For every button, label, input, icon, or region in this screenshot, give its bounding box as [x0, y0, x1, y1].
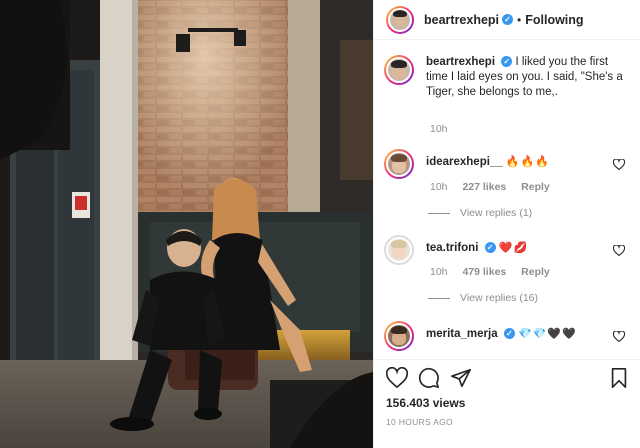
comment-text: merita_merja ✓ 💎💎🖤🖤: [426, 321, 626, 351]
reply-button[interactable]: Reply: [521, 266, 550, 278]
verified-badge-icon: ✓: [503, 328, 515, 340]
comment-likes[interactable]: 479 likes: [462, 266, 506, 278]
photo-scene: [0, 0, 373, 448]
author-avatar[interactable]: [386, 5, 414, 34]
commenter-username[interactable]: idearexhepi__: [426, 156, 503, 168]
view-replies-button[interactable]: View replies (1): [428, 207, 532, 219]
verified-badge-icon: ✓: [484, 242, 496, 254]
commenter-username[interactable]: tea.trifoni: [426, 242, 478, 254]
following-button[interactable]: Following: [525, 13, 583, 27]
comment-row: merita_merja ✓ 💎💎🖤🖤: [384, 321, 626, 351]
bookmark-icon[interactable]: [608, 367, 630, 389]
caption-row: beartrexhepi ✓ I liked you the first tim…: [384, 55, 626, 100]
comment-meta: 10h 227 likes Reply: [430, 181, 562, 193]
verified-badge-icon: ✓: [502, 14, 514, 25]
heart-outline-icon: [612, 330, 626, 343]
view-replies-label: View replies (1): [460, 207, 533, 219]
comment-likes[interactable]: 227 likes: [462, 181, 506, 193]
caption-meta: 10h: [430, 123, 460, 135]
commenter-avatar[interactable]: [384, 149, 414, 179]
view-replies-button[interactable]: View replies (16): [428, 292, 538, 304]
comment-meta: 10h 479 likes Reply: [430, 266, 562, 278]
comment-body: 💎💎🖤🖤: [518, 328, 577, 340]
post-side-panel: beartrexhepi ✓ • Following beartrexhepi …: [373, 0, 640, 448]
comment-like-button[interactable]: [612, 244, 626, 259]
heart-outline-icon[interactable]: [386, 367, 408, 389]
post-timestamp: 10 HOURS AGO: [386, 417, 453, 427]
verified-badge-icon: ✓: [501, 56, 513, 68]
heart-outline-icon: [612, 244, 626, 257]
comment-time: 10h: [430, 266, 448, 278]
comments-list[interactable]: beartrexhepi ✓ I liked you the first tim…: [374, 41, 640, 359]
comment-like-button[interactable]: [612, 330, 626, 345]
post-actions: 156.403 views 10 HOURS AGO: [374, 359, 640, 448]
comment-like-button[interactable]: [612, 158, 626, 173]
caption-time: 10h: [430, 123, 448, 135]
comment-text: idearexhepi__ 🔥🔥🔥: [426, 149, 626, 179]
comment-bubble-icon[interactable]: [418, 367, 440, 389]
commenter-avatar[interactable]: [384, 235, 414, 265]
separator-dot: •: [517, 12, 522, 27]
caption-text: beartrexhepi ✓ I liked you the first tim…: [426, 55, 626, 100]
comment-body: ❤️💋: [498, 242, 529, 254]
comment-body: 🔥🔥🔥: [505, 156, 551, 168]
post-photo[interactable]: [0, 0, 373, 448]
comment-text: tea.trifoni ✓ ❤️💋: [426, 235, 626, 265]
caption-username[interactable]: beartrexhepi: [426, 56, 495, 68]
paper-plane-icon[interactable]: [450, 367, 472, 389]
heart-outline-icon: [612, 158, 626, 171]
comment-row: tea.trifoni ✓ ❤️💋: [384, 235, 626, 265]
comment-time: 10h: [430, 181, 448, 193]
commenter-username[interactable]: merita_merja: [426, 328, 498, 340]
caption-avatar[interactable]: [384, 55, 414, 85]
view-replies-line: [428, 212, 450, 214]
post-header: beartrexhepi ✓ • Following: [374, 0, 640, 40]
view-replies-line: [428, 297, 450, 299]
author-username[interactable]: beartrexhepi: [424, 13, 499, 27]
view-count[interactable]: 156.403 views: [386, 396, 465, 410]
view-replies-label: View replies (16): [460, 292, 539, 304]
reply-button[interactable]: Reply: [521, 181, 550, 193]
comment-row: idearexhepi__ 🔥🔥🔥: [384, 149, 626, 179]
commenter-avatar[interactable]: [384, 321, 414, 351]
